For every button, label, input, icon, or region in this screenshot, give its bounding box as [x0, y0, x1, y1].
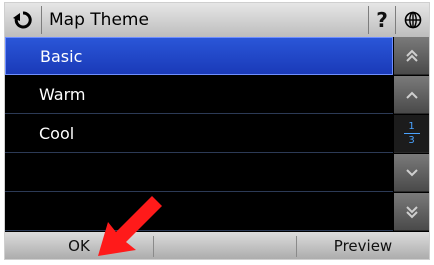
list-item-label: Basic [40, 47, 83, 66]
device-screen: Map Theme ? Basic Warm Cool 1 3 OK Previ… [4, 2, 430, 260]
scroll-down-button[interactable] [394, 154, 429, 192]
page-divider [403, 133, 420, 134]
list-item[interactable] [5, 193, 393, 231]
list-item[interactable] [5, 154, 393, 192]
page-title: Map Theme [49, 10, 149, 30]
page-indicator: 1 3 [394, 115, 429, 153]
list-item-label: Cool [39, 124, 75, 143]
preview-button[interactable]: Preview [297, 232, 429, 259]
theme-list: Basic Warm Cool [5, 37, 393, 232]
scroll-controls: 1 3 [394, 37, 429, 232]
title-bar: Map Theme ? [5, 3, 429, 37]
list-item[interactable]: Basic [5, 37, 393, 75]
blank-footer-button[interactable] [154, 232, 296, 259]
footer-bar: OK Preview [5, 232, 429, 259]
total-pages: 3 [408, 135, 415, 146]
double-chevron-down-icon [405, 205, 418, 218]
double-chevron-up-icon [405, 49, 418, 62]
language-button[interactable] [396, 3, 429, 37]
page-down-button[interactable] [394, 193, 429, 231]
list-item[interactable]: Cool [5, 115, 393, 153]
list-item-label [5, 163, 39, 182]
red-arrow-icon [98, 196, 162, 256]
help-button[interactable]: ? [369, 3, 395, 37]
scroll-up-button[interactable] [394, 76, 429, 114]
chevron-down-icon [405, 168, 418, 176]
globe-icon [404, 11, 421, 29]
divider [41, 6, 42, 34]
list-item-label [5, 202, 39, 221]
chevron-up-icon [405, 91, 418, 99]
list-item[interactable]: Warm [5, 76, 393, 114]
back-button[interactable] [5, 3, 41, 37]
refresh-back-icon [13, 11, 32, 29]
page-up-button[interactable] [394, 37, 429, 75]
list-item-label: Warm [39, 85, 86, 104]
current-page: 1 [408, 121, 415, 132]
